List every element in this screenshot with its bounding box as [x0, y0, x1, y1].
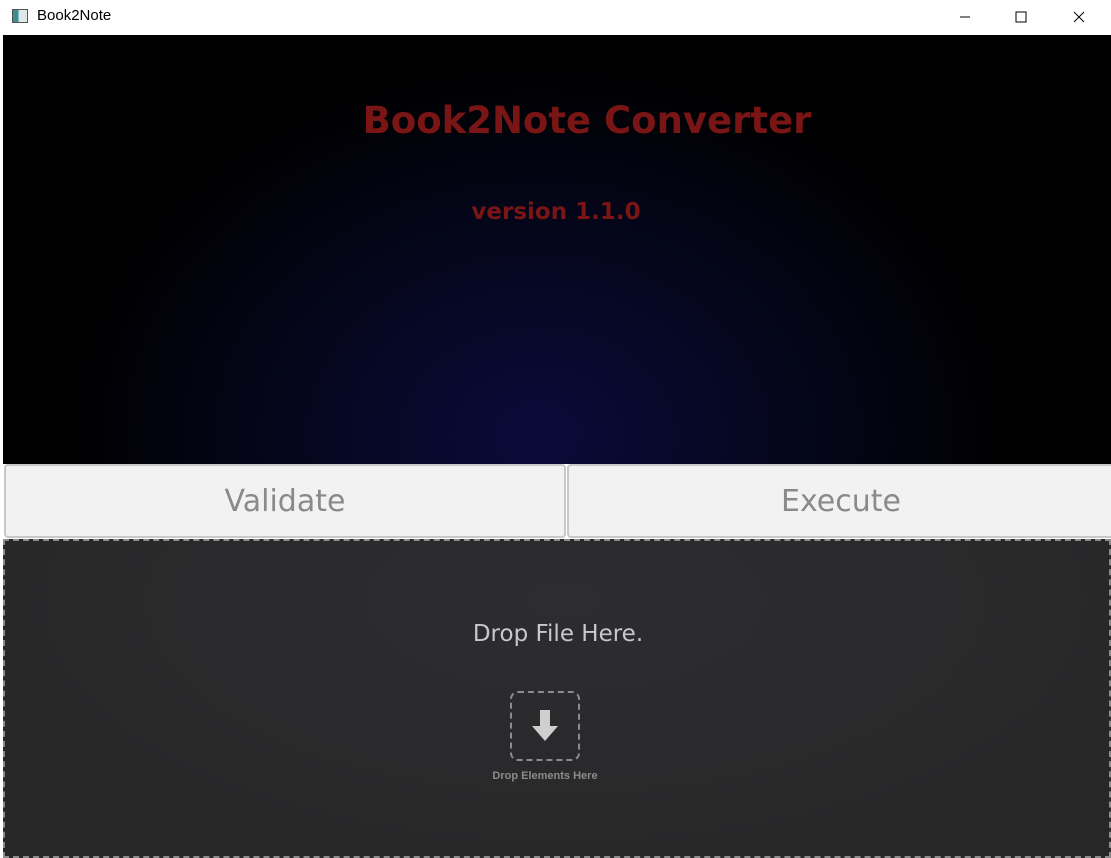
app-window-icon: [12, 9, 28, 23]
app-window: Book2Note Book2Note Converter version 1.…: [0, 0, 1111, 858]
drop-caption: Drop Elements Here: [492, 770, 598, 782]
drop-prompt: Drop File Here.: [472, 621, 644, 647]
execute-button[interactable]: Execute: [567, 464, 1111, 538]
drop-target-box[interactable]: [510, 691, 580, 761]
version-label: version 1.1.0: [471, 199, 641, 225]
minimize-button[interactable]: [937, 0, 993, 34]
close-icon: [1073, 11, 1085, 23]
validate-button[interactable]: Validate: [4, 464, 566, 538]
file-drop-zone[interactable]: Drop File Here. Drop Elements Here: [3, 539, 1111, 858]
window-title: Book2Note: [37, 7, 112, 24]
header-panel: Book2Note Converter version 1.1.0: [3, 35, 1111, 464]
minimize-icon: [960, 16, 970, 18]
download-arrow-icon: [532, 710, 558, 741]
maximize-icon: [1015, 11, 1027, 23]
close-button[interactable]: [1051, 0, 1107, 34]
app-heading: Book2Note Converter: [362, 99, 812, 142]
title-bar[interactable]: Book2Note: [0, 0, 1111, 34]
maximize-button[interactable]: [993, 0, 1049, 34]
